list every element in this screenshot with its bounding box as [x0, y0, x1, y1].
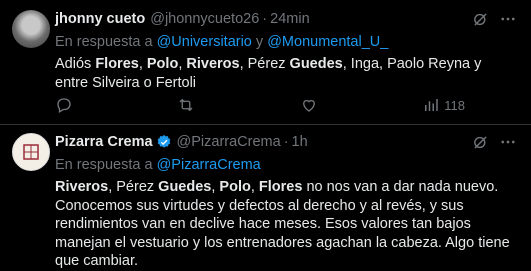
tweet-1[interactable]: jhonny cueto @jhonnycueto26 · 24min En r… [0, 0, 531, 125]
like-icon [300, 96, 318, 114]
reply-mention[interactable]: @PizarraCrema [157, 157, 261, 173]
tweet-text-segment: Riveros [55, 179, 109, 195]
views-count: 118 [444, 97, 465, 113]
header-icons [472, 133, 517, 151]
reply-mention[interactable]: @Universitario [157, 34, 252, 50]
reply-and: y [251, 34, 268, 50]
tweet-text: Riveros, Pérez Guedes, Polo, Flores no n… [55, 178, 517, 271]
separator: · [262, 11, 268, 27]
grok-icon[interactable] [472, 134, 489, 151]
tweet-text-segment: , Pérez [108, 179, 159, 195]
tweet-2[interactable]: Pizarra Crema @PizarraCrema · 1h En resp… [0, 125, 531, 269]
tweet-header: jhonny cueto @jhonnycueto26 · 24min [55, 10, 517, 28]
reply-icon [55, 96, 73, 114]
separator: · [283, 134, 289, 150]
reply-context: En respuesta a @PizarraCrema [55, 157, 517, 175]
author-name[interactable]: Pizarra Crema [55, 134, 153, 150]
tweet-text-segment: , [138, 56, 147, 72]
retweet-button[interactable] [177, 96, 195, 114]
tweet-text-segment: Guedes [289, 56, 343, 72]
tweet-text-segment: Polo [219, 179, 251, 195]
tweet-text-segment: , Pérez [239, 56, 290, 72]
author-handle[interactable]: @PizarraCrema [177, 134, 281, 150]
timestamp[interactable]: 1h [292, 134, 308, 150]
author-name[interactable]: jhonny cueto [55, 11, 145, 27]
action-bar: 118 [55, 96, 465, 114]
reply-prefix: En respuesta a [55, 157, 157, 173]
like-button[interactable] [300, 96, 318, 114]
tweet-text-segment: Flores [258, 179, 303, 195]
tweet-text-segment: , [250, 179, 259, 195]
more-icon[interactable] [499, 133, 517, 151]
retweet-icon [177, 96, 195, 114]
header-icons [472, 10, 517, 28]
tweet-text-segment: Adiós [55, 56, 96, 72]
tweet-text-segment: Guedes [158, 179, 212, 195]
avatar-logo-icon [23, 144, 39, 160]
tweet-text: Adiós Flores, Polo, Riveros, Pérez Guede… [55, 55, 517, 92]
author-handle[interactable]: @jhonnycueto26 [150, 11, 259, 27]
timestamp[interactable]: 24min [270, 11, 310, 27]
tweet-content: Pizarra Crema @PizarraCrema · 1h En resp… [55, 133, 517, 271]
tweet-header: Pizarra Crema @PizarraCrema · 1h [55, 133, 517, 151]
grok-icon[interactable] [472, 11, 489, 28]
views-icon [422, 96, 440, 114]
reply-mention[interactable]: @Monumental_U_ [267, 34, 388, 50]
tweet-content: jhonny cueto @jhonnycueto26 · 24min En r… [55, 10, 517, 92]
reply-prefix: En respuesta a [55, 34, 157, 50]
more-icon[interactable] [499, 10, 517, 28]
views-button[interactable]: 118 [422, 96, 465, 114]
avatar[interactable] [12, 10, 50, 48]
tweet-text-segment: Riveros [186, 56, 240, 72]
verified-badge-icon [156, 134, 172, 150]
tweet-text-segment: Polo [146, 56, 179, 72]
tweet-text-segment: Flores [95, 56, 139, 72]
avatar[interactable] [12, 133, 50, 171]
reply-context: En respuesta a @Universitario y @Monumen… [55, 34, 517, 52]
reply-button[interactable] [55, 96, 73, 114]
